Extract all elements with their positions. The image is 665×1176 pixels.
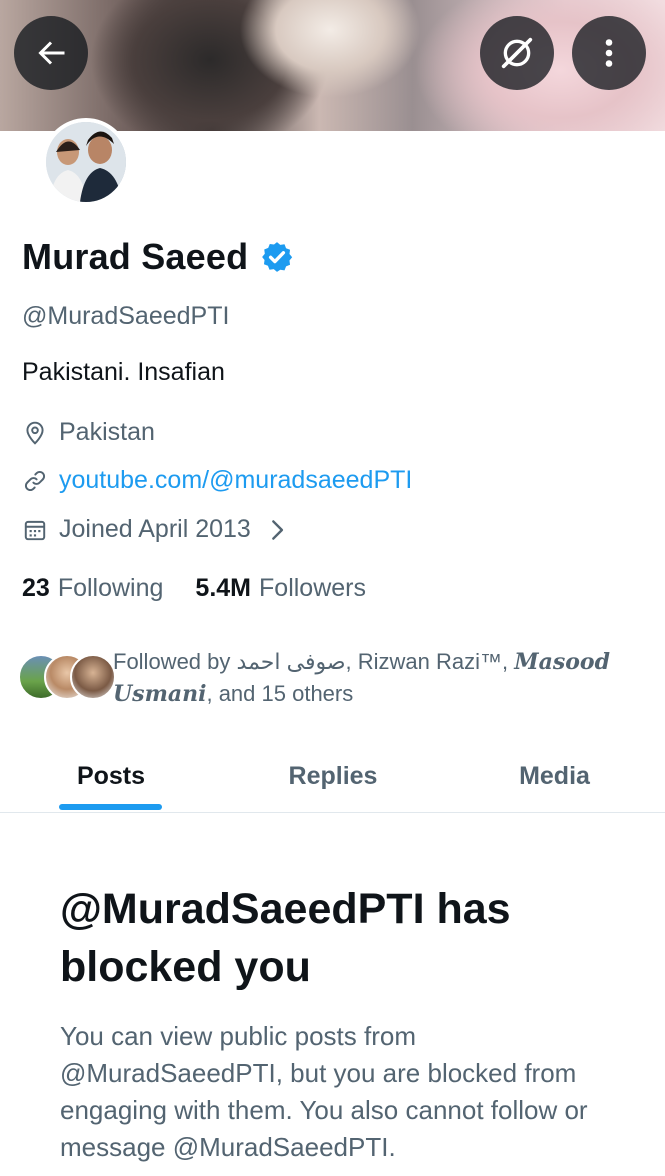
following-count: 23 [22, 574, 50, 602]
grok-icon [501, 37, 533, 69]
profile-bio: Pakistani. Insafian [22, 358, 225, 386]
verified-badge-icon[interactable] [260, 240, 294, 274]
grok-button[interactable] [480, 16, 554, 90]
follower-name: صوفی احمد [236, 649, 346, 674]
more-options-button[interactable] [572, 16, 646, 90]
followers-count: 5.4M [195, 574, 252, 602]
profile-avatar[interactable] [42, 118, 130, 206]
link-icon [24, 470, 46, 491]
location-text: Pakistan [59, 418, 155, 446]
followers-link[interactable]: 5.4M Followers [195, 574, 366, 603]
website-link[interactable]: youtube.com/@muradsaeedPTI [59, 466, 412, 495]
following-label: Following [57, 574, 164, 602]
followers-label: Followers [259, 574, 366, 602]
profile-location: Pakistan [22, 418, 155, 447]
followed-by-suffix: , and 15 others [206, 681, 354, 706]
profile-name: Murad Saeed [22, 236, 249, 277]
arrow-left-icon [38, 41, 65, 65]
tab-replies[interactable]: Replies [222, 740, 444, 812]
profile-handle: @MuradSaeedPTI [22, 302, 230, 330]
blocked-message: You can view public posts from @MuradSae… [60, 1021, 588, 1162]
followed-by-text: Followed by صوفی احمد, Rizwan Razi™, Mas… [113, 646, 623, 710]
profile-banner[interactable] [0, 0, 665, 131]
profile-website[interactable]: youtube.com/@muradsaeedPTI [22, 466, 412, 495]
tab-media[interactable]: Media [444, 740, 665, 812]
active-tab-indicator [59, 804, 162, 810]
more-vertical-icon [605, 39, 613, 67]
separator: , [502, 649, 515, 674]
joined-text: Joined April 2013 [59, 515, 251, 543]
followed-by-avatars [18, 654, 116, 700]
blocked-title: @MuradSaeedPTI has blocked you [60, 885, 511, 991]
profile-stats: 23 Following 5.4M Followers [22, 574, 366, 603]
follower-name: Rizwan Razi™ [357, 649, 503, 674]
back-button[interactable] [14, 16, 88, 90]
profile-name-row: Murad Saeed [22, 236, 294, 278]
profile-tabs: Posts Replies Media [0, 740, 665, 813]
avatar [70, 654, 116, 700]
chevron-right-icon [271, 519, 283, 540]
tab-posts[interactable]: Posts [0, 740, 222, 812]
location-pin-icon [26, 421, 44, 445]
avatar-photo [46, 122, 126, 202]
calendar-icon [24, 520, 46, 540]
separator: , [345, 649, 358, 674]
followed-by-prefix: Followed by [113, 649, 237, 674]
following-link[interactable]: 23 Following [22, 574, 163, 603]
profile-joined[interactable]: Joined April 2013 [22, 515, 285, 544]
